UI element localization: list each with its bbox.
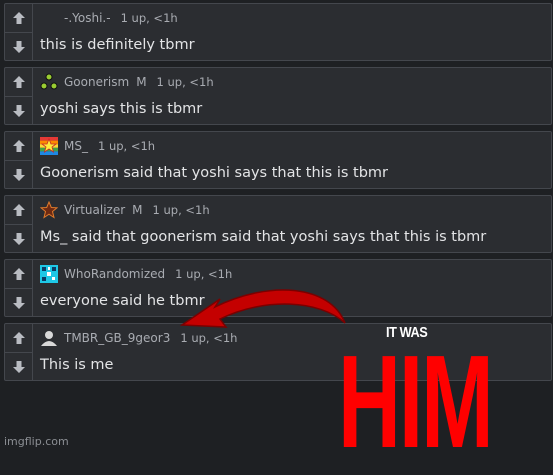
arrow-down-icon: [12, 169, 25, 181]
imgflip-watermark: imgflip.com: [4, 435, 69, 448]
username-link[interactable]: -.Yoshi.-: [64, 11, 111, 25]
dark-star-icon: [40, 201, 58, 219]
arrow-up-icon: [12, 12, 25, 24]
comment-stats: 1 up, <1h: [152, 203, 210, 217]
comment-text: yoshi says this is tbmr: [40, 101, 203, 117]
arrow-up-icon: [12, 140, 25, 152]
arrow-down-icon: [12, 361, 25, 373]
user-silhouette-icon: [41, 331, 57, 346]
comment-text: Ms_ said that goonerism said that yoshi …: [40, 229, 487, 245]
arrow-up-icon: [12, 204, 25, 216]
comment-stats: 1 up, <1h: [97, 139, 156, 153]
downvote-button[interactable]: [5, 96, 32, 125]
moderator-badge: M: [136, 75, 147, 89]
arrow-down-icon: [12, 41, 25, 53]
arrow-up-icon: [12, 268, 25, 280]
comment-meta: Virtualizer M 1 up, <1h: [40, 201, 210, 219]
upvote-button[interactable]: [5, 132, 32, 160]
vote-column: [5, 260, 33, 316]
downvote-button[interactable]: [5, 160, 32, 189]
arrow-up-icon: [12, 76, 25, 88]
upvote-button[interactable]: [5, 324, 32, 352]
username-link[interactable]: MS_: [64, 139, 88, 153]
comment-item: -.Yoshi.- 1 up, <1h this is definitely t…: [4, 3, 552, 61]
upvote-button[interactable]: [5, 68, 32, 96]
comment-text: Goonerism said that yoshi says that this…: [40, 165, 389, 181]
arrow-up-icon: [12, 332, 25, 344]
comment-stats: 1 up, <1h: [120, 11, 178, 25]
downvote-button[interactable]: [5, 224, 32, 253]
username-link[interactable]: WhoRandomized: [64, 267, 165, 281]
downvote-button[interactable]: [5, 288, 32, 317]
vote-column: [5, 132, 33, 188]
moderator-badge: M: [132, 203, 143, 217]
username-link[interactable]: Virtualizer: [64, 203, 125, 217]
comment-item: Virtualizer M 1 up, <1h Ms_ said that go…: [4, 195, 552, 253]
comment-meta: Goonerism M 1 up, <1h: [40, 73, 214, 90]
arrow-down-icon: [12, 233, 25, 245]
caption-big: HIM: [338, 328, 494, 475]
downvote-button[interactable]: [5, 32, 32, 61]
comment-meta: MS_ 1 up, <1h: [40, 137, 156, 155]
comment-stats: 1 up, <1h: [156, 75, 214, 89]
upvote-button[interactable]: [5, 196, 32, 224]
curved-arrow-icon: [179, 289, 346, 328]
comment-item: Goonerism M 1 up, <1h yoshi says this is…: [4, 67, 552, 125]
comment-item: MS_ 1 up, <1h Goonerism said that yoshi …: [4, 131, 552, 189]
rainbow-star-icon: [40, 137, 58, 155]
vote-column: [5, 4, 33, 60]
vote-column: [5, 68, 33, 124]
vote-column: [5, 196, 33, 252]
comment-text: This is me: [40, 357, 114, 373]
username-link[interactable]: Goonerism: [64, 75, 129, 89]
comment-meta: -.Yoshi.- 1 up, <1h: [40, 10, 178, 26]
comment-text: this is definitely tbmr: [40, 37, 195, 53]
qr-pattern-icon: [40, 265, 58, 283]
triangle-dots-icon: [40, 73, 58, 90]
username-link[interactable]: TMBR_GB_9geor3: [64, 331, 170, 345]
upvote-button[interactable]: [5, 260, 32, 288]
downvote-button[interactable]: [5, 352, 32, 381]
vote-column: [5, 324, 33, 380]
upvote-button[interactable]: [5, 4, 32, 32]
arrow-down-icon: [12, 297, 25, 309]
user-badge-icon: [40, 9, 58, 27]
arrow-down-icon: [12, 105, 25, 117]
